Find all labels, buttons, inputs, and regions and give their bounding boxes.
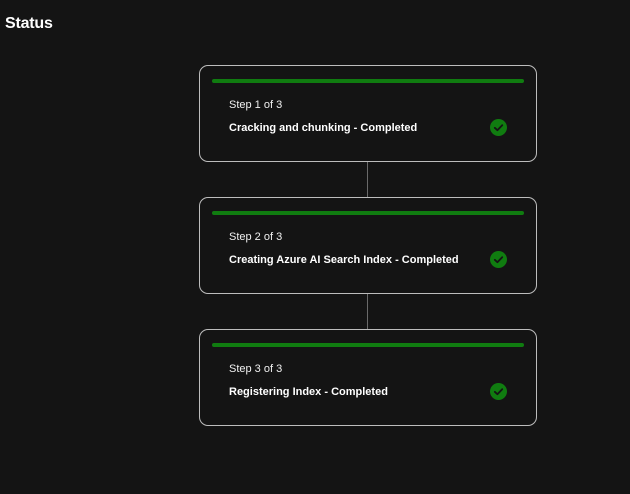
status-page: Status Step 1 of 3 Cracking and chunking…	[0, 0, 630, 494]
checkmark-circle-icon	[490, 383, 507, 400]
step-status: Creating Azure AI Search Index - Complet…	[229, 254, 459, 266]
step-status: Cracking and chunking - Completed	[229, 122, 418, 134]
step-card-3: Step 3 of 3 Registering Index - Complete…	[199, 329, 537, 426]
step-connector	[367, 294, 368, 329]
step-card-2: Step 2 of 3 Creating Azure AI Search Ind…	[199, 197, 537, 294]
step-progress-bar	[212, 79, 524, 83]
page-title: Status	[5, 15, 53, 32]
checkmark-circle-icon	[490, 251, 507, 268]
step-progress-bar	[212, 211, 524, 215]
step-number: Step 3 of 3	[229, 363, 283, 375]
step-number: Step 1 of 3	[229, 99, 283, 111]
step-connector	[367, 162, 368, 197]
step-status: Registering Index - Completed	[229, 386, 388, 398]
checkmark-circle-icon	[490, 119, 507, 136]
step-card-1: Step 1 of 3 Cracking and chunking - Comp…	[199, 65, 537, 162]
step-progress-bar	[212, 343, 524, 347]
step-number: Step 2 of 3	[229, 231, 283, 243]
